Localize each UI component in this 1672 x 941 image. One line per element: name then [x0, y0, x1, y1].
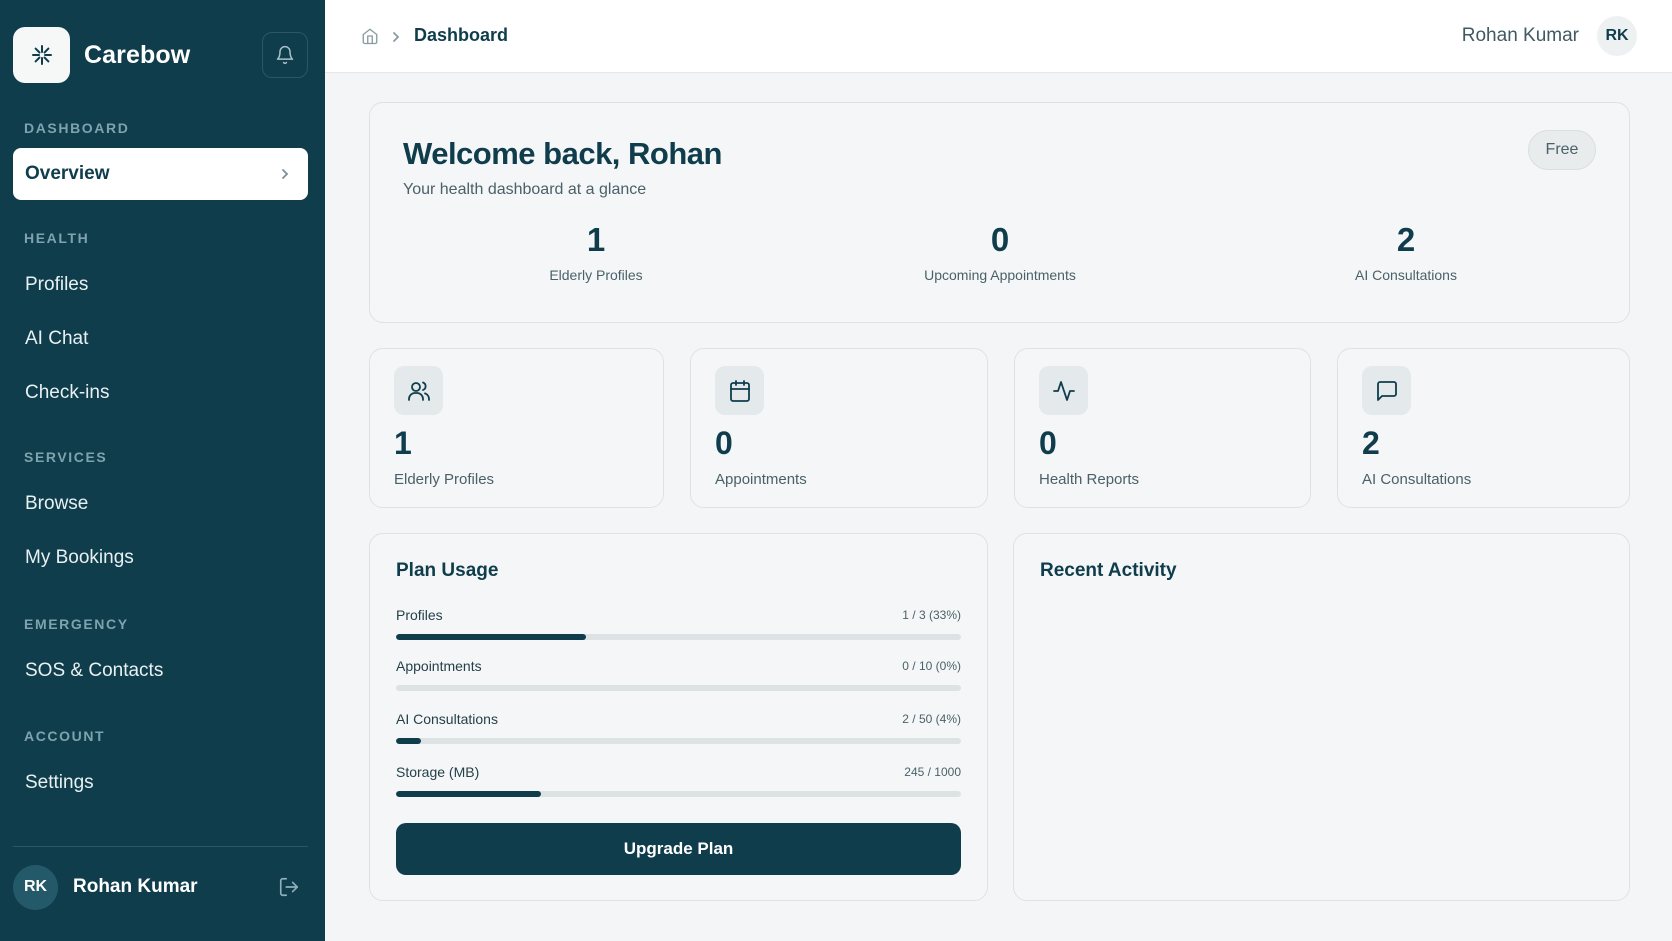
sidebar-user: RK Rohan Kumar: [13, 864, 308, 910]
sidebar-item-ai-chat[interactable]: AI Chat: [13, 313, 308, 365]
stat-label: AI Consultations: [1362, 471, 1472, 488]
sidebar-item-label: SOS & Contacts: [25, 660, 164, 681]
message-icon: [1362, 366, 1411, 415]
usage-label: Appointments: [396, 658, 482, 674]
sidebar-item-label: Check-ins: [25, 382, 110, 403]
logout-icon[interactable]: [278, 876, 300, 898]
stat-label: Health Reports: [1039, 471, 1140, 488]
page-title: Welcome back, Rohan: [403, 136, 722, 171]
stat-value: 2: [1396, 221, 1416, 258]
logo-icon[interactable]: [13, 27, 70, 83]
upgrade-plan-button[interactable]: Upgrade Plan: [396, 823, 961, 875]
home-icon[interactable]: [361, 27, 379, 45]
welcome-subtitle: Your health dashboard at a glance: [403, 181, 647, 198]
calendar-icon: [715, 366, 764, 415]
usage-label: Profiles: [396, 607, 443, 623]
sidebar-item-overview[interactable]: Overview: [13, 148, 308, 200]
users-icon: [394, 366, 443, 415]
stat-value: 1: [394, 425, 412, 461]
section-label-health: HEALTH: [24, 230, 90, 246]
avatar[interactable]: RK: [1597, 16, 1637, 56]
sidebar-user-name: Rohan Kumar: [73, 876, 198, 897]
usage-bar: [396, 634, 961, 640]
usage-bar-fill: [396, 738, 422, 744]
usage-label: Storage (MB): [396, 764, 480, 780]
sidebar-item-sos-contacts[interactable]: SOS & Contacts: [13, 645, 308, 697]
sidebar-item-label: Browse: [25, 493, 89, 514]
usage-bar: [396, 685, 961, 691]
stat-label: Upcoming Appointments: [924, 267, 1076, 283]
stat-value: 1: [586, 221, 606, 258]
stat-value: 0: [715, 425, 733, 461]
stat-label: Elderly Profiles: [394, 471, 495, 488]
stat-card-elderly-profiles[interactable]: 1 Elderly Profiles: [369, 348, 664, 508]
usage-bar: [396, 791, 961, 797]
section-label-dashboard: DASHBOARD: [24, 120, 130, 136]
sidebar-item-label: Overview: [25, 163, 110, 184]
welcome-card: Welcome back, Rohan Your health dashboar…: [369, 102, 1630, 323]
brand: Carebow: [13, 27, 308, 83]
welcome-stat-ai-consultations: 2 AI Consultations: [1276, 221, 1536, 283]
usage-bar-fill: [396, 791, 542, 797]
stat-label: Elderly Profiles: [549, 267, 643, 283]
stat-card-ai-consultations[interactable]: 2 AI Consultations: [1337, 348, 1630, 508]
usage-label: AI Consultations: [396, 711, 498, 727]
avatar[interactable]: RK: [13, 864, 58, 910]
section-label-account: ACCOUNT: [24, 728, 106, 744]
notifications-button[interactable]: [262, 32, 308, 78]
top-user-name: Rohan Kumar: [1461, 25, 1579, 46]
usage-value: 0 / 10 (0%): [902, 659, 961, 673]
sidebar-item-check-ins[interactable]: Check-ins: [13, 367, 308, 419]
activity-icon: [1039, 366, 1088, 415]
usage-bar: [396, 738, 961, 744]
sidebar-item-label: My Bookings: [25, 547, 134, 568]
sidebar-item-settings[interactable]: Settings: [13, 757, 308, 809]
welcome-stat-elderly-profiles: 1 Elderly Profiles: [466, 221, 726, 283]
top-bar: Dashboard Rohan Kumar RK: [325, 0, 1672, 73]
stat-value: 0: [990, 221, 1010, 258]
welcome-stat-appointments: 0 Upcoming Appointments: [870, 221, 1130, 283]
plan-usage-title: Plan Usage: [396, 560, 499, 581]
breadcrumb: Dashboard: [414, 25, 509, 45]
stat-value: 0: [1039, 425, 1057, 461]
plan-badge: Free: [1528, 130, 1596, 170]
chevron-right-icon: [282, 169, 289, 179]
sidebar-item-profiles[interactable]: Profiles: [13, 259, 308, 311]
chevron-right-icon: [393, 32, 400, 42]
stat-value: 2: [1362, 425, 1380, 461]
sidebar-item-browse[interactable]: Browse: [13, 478, 308, 530]
usage-value: 245 / 1000: [904, 765, 961, 779]
sidebar-item-label: Settings: [25, 772, 94, 793]
plan-usage-card: Plan Usage Profiles 1 / 3 (33%) Appointm…: [369, 533, 988, 901]
sidebar-divider: [13, 846, 308, 847]
sidebar-item-label: Profiles: [25, 274, 89, 295]
usage-value: 1 / 3 (33%): [902, 608, 961, 622]
section-label-services: SERVICES: [24, 449, 108, 465]
usage-value: 2 / 50 (4%): [902, 712, 961, 726]
sidebar-item-label: AI Chat: [25, 328, 89, 349]
sidebar: Carebow DASHBOARD Overview HEALTH Profil…: [0, 0, 325, 941]
sidebar-item-my-bookings[interactable]: My Bookings: [13, 532, 308, 584]
recent-activity-card: Recent Activity: [1013, 533, 1630, 901]
recent-activity-title: Recent Activity: [1040, 560, 1177, 581]
section-label-emergency: EMERGENCY: [24, 616, 129, 632]
stat-label: Appointments: [715, 471, 807, 488]
stat-label: AI Consultations: [1355, 267, 1457, 283]
stat-card-health-reports[interactable]: 0 Health Reports: [1014, 348, 1311, 508]
brand-name: Carebow: [84, 40, 191, 69]
usage-bar-fill: [396, 634, 586, 640]
stat-card-appointments[interactable]: 0 Appointments: [690, 348, 988, 508]
bell-icon: [276, 45, 294, 65]
